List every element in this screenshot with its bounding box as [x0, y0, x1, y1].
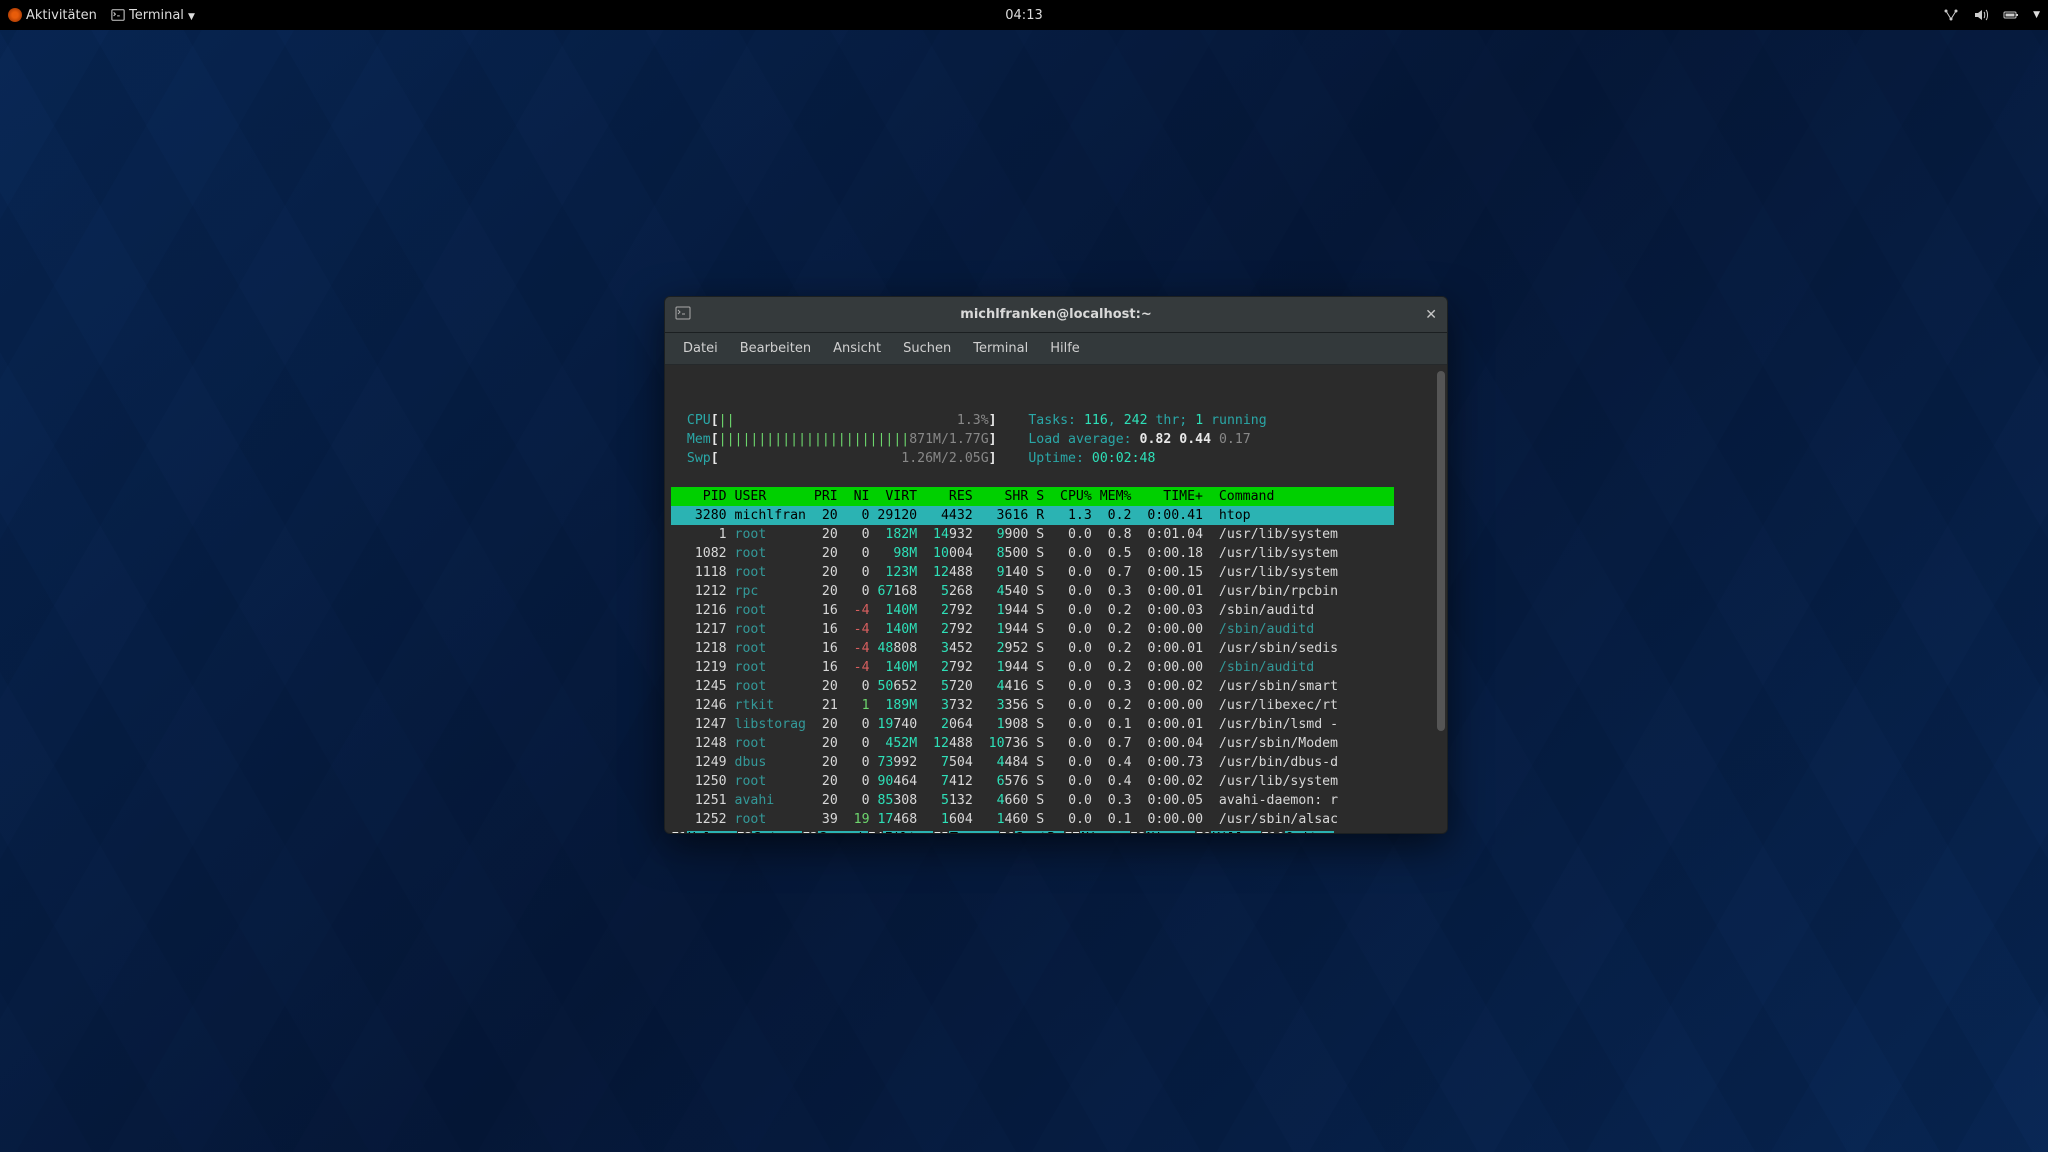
- process-row[interactable]: 1218 root 16 -4 48808 3452 2952 S 0.0 0.…: [671, 639, 1447, 658]
- terminal-content[interactable]: CPU[|| 1.3%] Tasks: 116, 242 thr; 1 runn…: [665, 365, 1447, 833]
- battery-icon[interactable]: [2003, 8, 2019, 22]
- terminal-icon: [675, 305, 691, 325]
- menu-ansicht[interactable]: Ansicht: [823, 337, 891, 360]
- process-row[interactable]: 1251 avahi 20 0 85308 5132 4660 S 0.0 0.…: [671, 791, 1447, 810]
- clock[interactable]: 04:13: [1005, 8, 1042, 23]
- process-row[interactable]: 1250 root 20 0 90464 7412 6576 S 0.0 0.4…: [671, 772, 1447, 791]
- close-button[interactable]: ✕: [1425, 307, 1437, 323]
- caret-down-icon[interactable]: ▼: [2033, 10, 2040, 20]
- menu-bearbeiten[interactable]: Bearbeiten: [730, 337, 821, 360]
- menu-terminal[interactable]: Terminal: [963, 337, 1038, 360]
- app-menu[interactable]: Terminal▼: [111, 8, 195, 23]
- menu-suchen[interactable]: Suchen: [893, 337, 961, 360]
- process-row[interactable]: 1252 root 39 19 17468 1604 1460 S 0.0 0.…: [671, 810, 1447, 829]
- scrollbar[interactable]: [1437, 371, 1445, 731]
- process-row[interactable]: 1248 root 20 0 452M 12488 10736 S 0.0 0.…: [671, 734, 1447, 753]
- distro-logo-icon: [8, 8, 22, 22]
- htop-selected-row[interactable]: 3280 michlfran 20 0 29120 4432 3616 R 1.…: [671, 506, 1394, 525]
- menu-datei[interactable]: Datei: [673, 337, 728, 360]
- window-title: michlfranken@localhost:~: [960, 307, 1151, 322]
- process-row[interactable]: 1249 dbus 20 0 73992 7504 4484 S 0.0 0.4…: [671, 753, 1447, 772]
- activities-button[interactable]: Aktivitäten: [8, 8, 97, 23]
- process-row[interactable]: 1219 root 16 -4 140M 2792 1944 S 0.0 0.2…: [671, 658, 1447, 677]
- caret-down-icon: ▼: [188, 12, 195, 22]
- process-row[interactable]: 1212 rpc 20 0 67168 5268 4540 S 0.0 0.3 …: [671, 582, 1447, 601]
- htop-fkeys: F1Help F2Setup F3SearchF4FilterF5Tree F6…: [671, 831, 1334, 833]
- network-icon[interactable]: [1943, 8, 1959, 22]
- htop-process-list[interactable]: 1 root 20 0 182M 14932 9900 S 0.0 0.8 0:…: [671, 525, 1447, 829]
- process-row[interactable]: 1118 root 20 0 123M 12488 9140 S 0.0 0.7…: [671, 563, 1447, 582]
- volume-icon[interactable]: [1973, 8, 1989, 22]
- process-row[interactable]: 1217 root 16 -4 140M 2792 1944 S 0.0 0.2…: [671, 620, 1447, 639]
- htop-meters: CPU[|| 1.3%] Tasks: 116, 242 thr; 1 runn…: [671, 413, 1267, 466]
- process-row[interactable]: 1245 root 20 0 50652 5720 4416 S 0.0 0.3…: [671, 677, 1447, 696]
- terminal-window: michlfranken@localhost:~ ✕ Datei Bearbei…: [664, 296, 1448, 834]
- htop-header[interactable]: PID USER PRI NI VIRT RES SHR S CPU% MEM%…: [671, 487, 1394, 506]
- process-row[interactable]: 1082 root 20 0 98M 10004 8500 S 0.0 0.5 …: [671, 544, 1447, 563]
- terminal-icon: [111, 8, 125, 22]
- process-row[interactable]: 1216 root 16 -4 140M 2792 1944 S 0.0 0.2…: [671, 601, 1447, 620]
- process-row[interactable]: 1246 rtkit 21 1 189M 3732 3356 S 0.0 0.2…: [671, 696, 1447, 715]
- gnome-topbar: Aktivitäten Terminal▼ 04:13 ▼: [0, 0, 2048, 30]
- menu-hilfe[interactable]: Hilfe: [1040, 337, 1090, 360]
- menubar: Datei Bearbeiten Ansicht Suchen Terminal…: [665, 333, 1447, 365]
- window-titlebar[interactable]: michlfranken@localhost:~ ✕: [665, 297, 1447, 333]
- process-row[interactable]: 1 root 20 0 182M 14932 9900 S 0.0 0.8 0:…: [671, 525, 1447, 544]
- process-row[interactable]: 1247 libstorag 20 0 19740 2064 1908 S 0.…: [671, 715, 1447, 734]
